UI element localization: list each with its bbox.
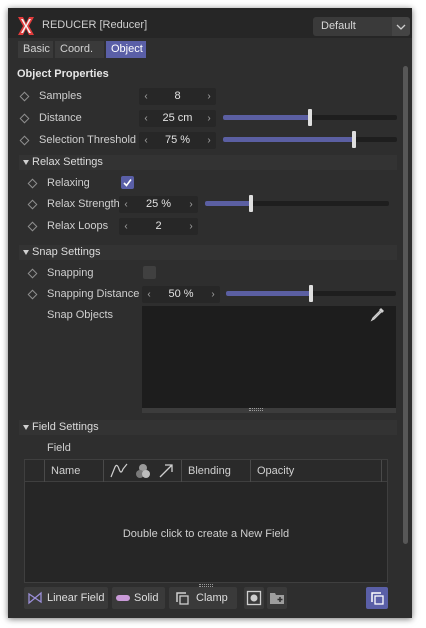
diamond-keyframe-icon[interactable] <box>27 178 38 189</box>
triangle-down-icon <box>23 250 29 255</box>
selection-threshold-field[interactable]: ‹ 75 % › <box>139 132 216 149</box>
column-blending-label: Blending <box>188 465 231 477</box>
increment-icon[interactable]: › <box>187 221 195 232</box>
diamond-keyframe-icon[interactable] <box>27 221 38 232</box>
slider-knob[interactable] <box>308 109 312 126</box>
new-layer-button[interactable] <box>366 587 388 609</box>
relaxing-label: Relaxing <box>47 177 90 189</box>
group-label: Field Settings <box>32 421 99 433</box>
diamond-keyframe-icon[interactable] <box>19 135 30 146</box>
clamp-label: Clamp <box>196 592 228 604</box>
selection-threshold-slider[interactable] <box>223 131 397 148</box>
solid-icon <box>116 595 130 601</box>
distance-label: Distance <box>39 112 82 124</box>
tab-object[interactable]: Object <box>106 41 146 58</box>
increment-icon[interactable]: › <box>205 135 213 146</box>
window-title: REDUCER [Reducer] <box>42 19 148 31</box>
curve-icon[interactable] <box>110 463 128 479</box>
snap-objects-label: Snap Objects <box>47 309 114 321</box>
relax-loops-field[interactable]: ‹ 2 › <box>119 218 198 235</box>
snapping-distance-field[interactable]: ‹ 50 % › <box>142 286 220 303</box>
snapping-distance-label: Snapping Distance <box>47 288 140 300</box>
increment-icon[interactable]: › <box>187 199 195 210</box>
diamond-keyframe-icon[interactable] <box>27 268 38 279</box>
distance-slider[interactable] <box>223 109 397 126</box>
triangle-down-icon <box>23 160 29 165</box>
slider-fill <box>223 137 354 142</box>
record-button[interactable] <box>244 587 264 609</box>
folder-add-icon <box>270 593 284 604</box>
diamond-keyframe-icon[interactable] <box>27 199 38 210</box>
snapping-label: Snapping <box>47 267 94 279</box>
solid-button[interactable]: Solid <box>112 587 165 609</box>
column-opacity-label: Opacity <box>257 465 295 477</box>
increment-icon[interactable]: › <box>209 289 217 300</box>
title-bar: REDUCER [Reducer] Default <box>8 8 412 38</box>
layers-icon[interactable] <box>134 463 152 479</box>
resize-handle[interactable] <box>142 408 396 413</box>
column-opacity[interactable]: Opacity <box>250 460 382 482</box>
relax-loops-label: Relax Loops <box>47 220 109 232</box>
new-layer-icon <box>371 592 384 605</box>
preset-label: Default <box>321 20 356 32</box>
selection-threshold-label: Selection Threshold <box>39 134 137 146</box>
solid-label: Solid <box>134 592 159 604</box>
diamond-keyframe-icon[interactable] <box>19 113 30 124</box>
slider-fill <box>226 291 311 296</box>
reducer-app-icon <box>18 17 34 35</box>
eyedropper-icon[interactable] <box>370 306 386 322</box>
column-blending[interactable]: Blending <box>181 460 250 482</box>
slider-knob[interactable] <box>351 131 356 148</box>
diamond-keyframe-icon[interactable] <box>27 289 38 300</box>
field-list-header: Name Blending Opacity <box>25 460 387 482</box>
relax-strength-slider[interactable] <box>205 195 389 212</box>
relax-strength-label: Relax Strength <box>47 198 120 210</box>
group-label: Relax Settings <box>32 156 103 168</box>
tab-basic[interactable]: Basic <box>18 41 53 58</box>
chevron-down-icon[interactable] <box>392 17 410 36</box>
section-title-object-properties: Object Properties <box>17 68 109 80</box>
column-icons[interactable] <box>103 460 181 482</box>
diamond-keyframe-icon[interactable] <box>19 91 30 102</box>
linear-field-label: Linear Field <box>47 592 105 604</box>
column-name-label: Name <box>51 465 81 477</box>
record-icon <box>246 590 262 606</box>
snap-objects-list[interactable] <box>142 306 396 410</box>
group-relax-settings[interactable]: Relax Settings <box>19 155 397 170</box>
tab-coord[interactable]: Coord. <box>55 41 104 58</box>
field-toolbar: Linear Field Solid Clamp <box>24 587 388 609</box>
samples-field[interactable]: ‹ 8 › <box>139 88 216 105</box>
field-label: Field <box>47 442 71 454</box>
empty-field-message[interactable]: Double click to create a New Field <box>25 528 387 540</box>
linear-field-button[interactable]: Linear Field <box>24 587 108 609</box>
samples-label: Samples <box>39 90 82 102</box>
folder-add-button[interactable] <box>267 587 287 609</box>
slider-fill <box>223 115 310 120</box>
distance-field[interactable]: ‹ 25 cm › <box>139 110 216 127</box>
linear-field-icon <box>28 591 42 605</box>
clamp-icon <box>176 592 189 605</box>
arrow-icon[interactable] <box>158 463 174 479</box>
clamp-button[interactable]: Clamp <box>169 587 237 609</box>
group-field-settings[interactable]: Field Settings <box>19 420 397 435</box>
slider-fill <box>205 201 251 206</box>
slider-knob[interactable] <box>249 195 253 212</box>
grip-icon[interactable] <box>249 408 263 411</box>
snapping-checkbox[interactable] <box>143 266 156 279</box>
checkmark-icon <box>123 179 132 187</box>
snapping-distance-slider[interactable] <box>226 285 396 302</box>
relaxing-checkbox[interactable] <box>121 176 134 189</box>
relax-strength-field[interactable]: ‹ 25 % › <box>119 196 198 213</box>
group-snap-settings[interactable]: Snap Settings <box>19 245 397 260</box>
slider-knob[interactable] <box>309 285 313 302</box>
increment-icon[interactable]: › <box>205 91 213 102</box>
column-name[interactable]: Name <box>44 460 103 482</box>
increment-icon[interactable]: › <box>205 113 213 124</box>
triangle-down-icon <box>23 425 29 430</box>
group-label: Snap Settings <box>32 246 101 258</box>
attribute-manager-window: REDUCER [Reducer] Default Basic Coord. O… <box>8 8 412 618</box>
scrollbar[interactable] <box>403 66 408 544</box>
preset-dropdown[interactable]: Default <box>313 17 410 36</box>
field-list[interactable]: Name Blending Opacity Double click to cr… <box>24 459 388 583</box>
